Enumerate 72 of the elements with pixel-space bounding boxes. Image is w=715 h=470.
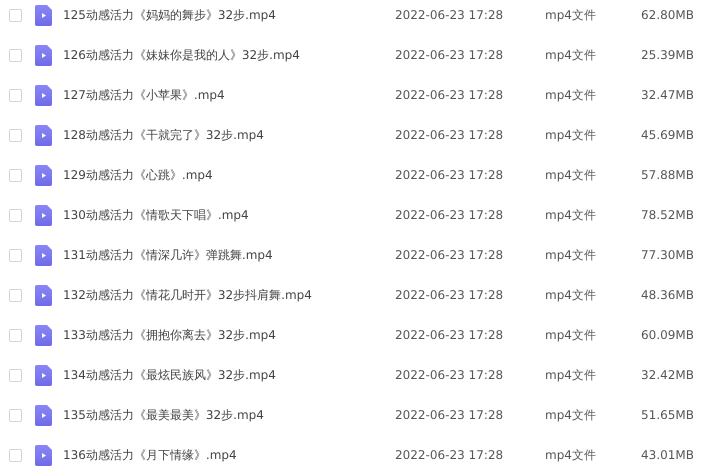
file-size: 62.80MB [640, 7, 694, 24]
checkbox[interactable] [9, 48, 22, 62]
file-name[interactable]: 136动感活力《月下情缘》.mp4 [63, 446, 395, 464]
modified-date: 2022-06-23 17:28 [395, 167, 504, 184]
checkbox[interactable] [9, 88, 22, 102]
file-name[interactable]: 126动感活力《妹妹你是我的人》32步.mp4 [63, 46, 395, 64]
checkbox[interactable] [9, 8, 22, 22]
file-name[interactable]: 125动感活力《妈妈的舞步》32步.mp4 [63, 6, 395, 24]
file-size: 48.36MB [640, 287, 694, 304]
file-name[interactable]: 127动感活力《小苹果》.mp4 [63, 86, 395, 104]
modified-date: 2022-06-23 17:28 [395, 407, 504, 424]
modified-date: 2022-06-23 17:28 [395, 367, 504, 384]
file-type: mp4文件 [545, 87, 597, 104]
file-type: mp4文件 [545, 47, 597, 64]
file-size: 25.39MB [640, 47, 694, 64]
video-file-icon [35, 364, 52, 386]
file-name[interactable]: 128动感活力《干就完了》32步.mp4 [63, 126, 395, 144]
file-name[interactable]: 134动感活力《最炫民族风》32步.mp4 [63, 366, 395, 384]
file-type: mp4文件 [545, 287, 597, 304]
file-size: 60.09MB [640, 327, 694, 344]
checkbox[interactable] [9, 208, 22, 222]
checkbox[interactable] [9, 408, 22, 422]
file-size: 32.42MB [640, 367, 694, 384]
video-file-icon [35, 164, 52, 186]
modified-date: 2022-06-23 17:28 [395, 247, 504, 264]
video-file-icon [35, 124, 52, 146]
checkbox[interactable] [9, 328, 22, 342]
file-size: 32.47MB [640, 87, 694, 104]
file-name[interactable]: 135动感活力《最美最美》32步.mp4 [63, 406, 395, 424]
file-size: 51.65MB [640, 407, 694, 424]
file-type: mp4文件 [545, 407, 597, 424]
modified-date: 2022-06-23 17:28 [395, 327, 504, 344]
file-type: mp4文件 [545, 207, 597, 224]
video-file-icon [35, 284, 52, 306]
file-type: mp4文件 [545, 127, 597, 144]
file-name[interactable]: 129动感活力《心跳》.mp4 [63, 166, 395, 184]
file-type: mp4文件 [545, 367, 597, 384]
file-size: 57.88MB [640, 167, 694, 184]
modified-date: 2022-06-23 17:28 [395, 207, 504, 224]
file-size: 78.52MB [640, 207, 694, 224]
file-name[interactable]: 133动感活力《拥抱你离去》32步.mp4 [63, 326, 395, 344]
modified-date: 2022-06-23 17:28 [395, 87, 504, 104]
modified-date: 2022-06-23 17:28 [395, 287, 504, 304]
file-type: mp4文件 [545, 247, 597, 264]
file-size: 77.30MB [640, 247, 694, 264]
file-size: 43.01MB [640, 447, 694, 464]
file-name[interactable]: 130动感活力《情歌天下唱》.mp4 [63, 206, 395, 224]
video-file-icon [35, 4, 52, 26]
file-name[interactable]: 131动感活力《情深几许》弹跳舞.mp4 [63, 246, 395, 264]
video-file-icon [35, 444, 52, 466]
checkbox[interactable] [9, 168, 22, 182]
video-file-icon [35, 84, 52, 106]
modified-date: 2022-06-23 17:28 [395, 47, 504, 64]
video-file-icon [35, 204, 52, 226]
file-size: 45.69MB [640, 127, 694, 144]
checkbox[interactable] [9, 128, 22, 142]
file-name[interactable]: 132动感活力《情花几时开》32步抖肩舞.mp4 [63, 286, 395, 304]
modified-date: 2022-06-23 17:28 [395, 7, 504, 24]
video-file-icon [35, 44, 52, 66]
file-type: mp4文件 [545, 447, 597, 464]
video-file-icon [35, 324, 52, 346]
video-file-icon [35, 244, 52, 266]
checkbox[interactable] [9, 448, 22, 462]
modified-date: 2022-06-23 17:28 [395, 127, 504, 144]
file-type: mp4文件 [545, 167, 597, 184]
checkbox[interactable] [9, 248, 22, 262]
checkbox[interactable] [9, 288, 22, 302]
checkbox[interactable] [9, 368, 22, 382]
modified-date: 2022-06-23 17:28 [395, 447, 504, 464]
file-type: mp4文件 [545, 7, 597, 24]
video-file-icon [35, 404, 52, 426]
file-type: mp4文件 [545, 327, 597, 344]
